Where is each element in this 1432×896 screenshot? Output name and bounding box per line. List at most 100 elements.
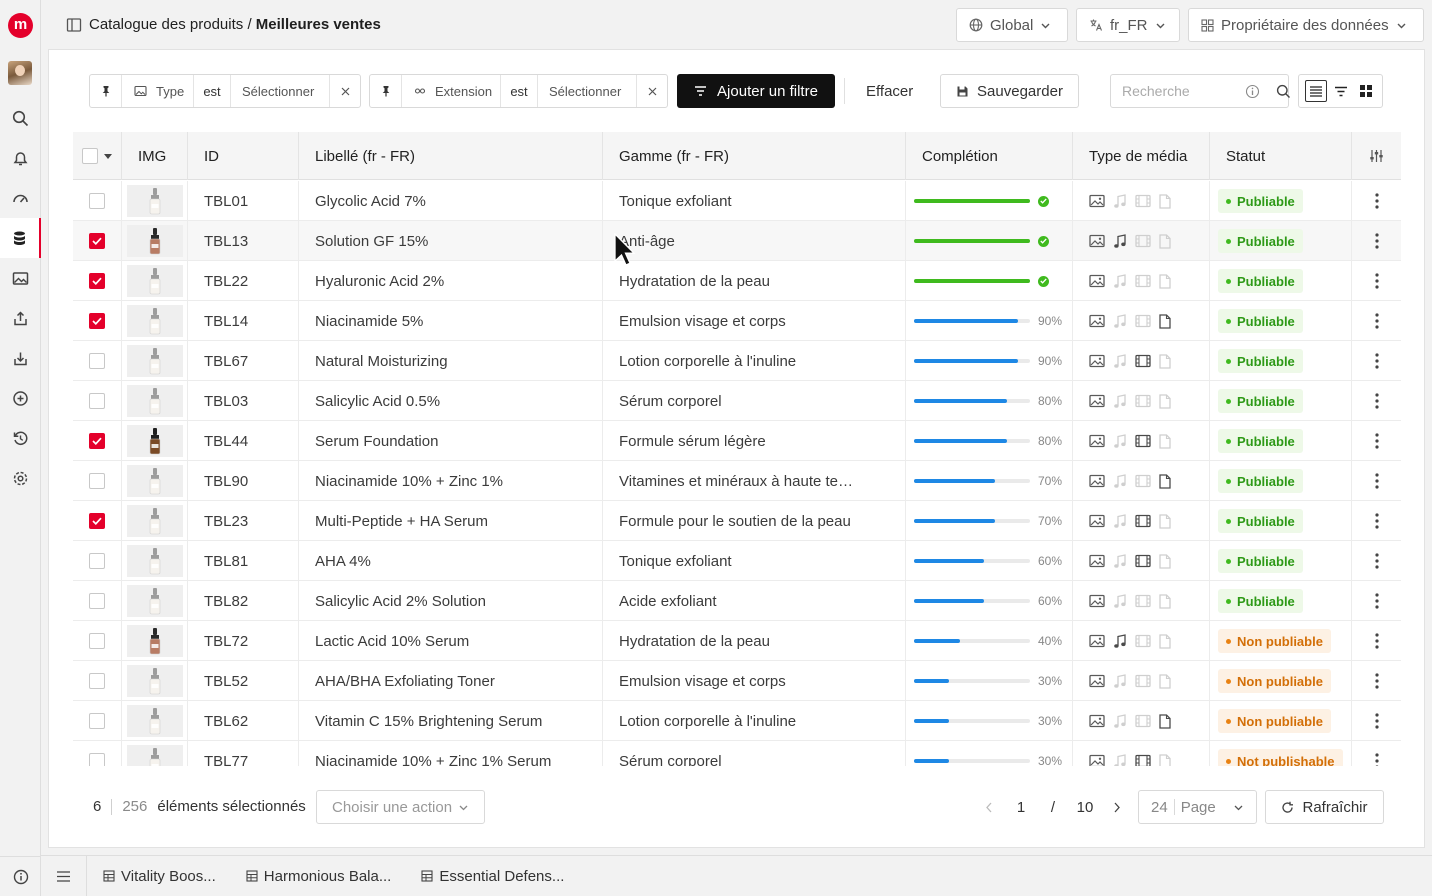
row-select[interactable] <box>73 661 122 701</box>
product-thumbnail[interactable] <box>122 501 188 541</box>
menu-icon[interactable] <box>41 855 87 896</box>
product-thumbnail[interactable] <box>122 261 188 301</box>
bottom-tab[interactable]: Harmonious Bala... <box>230 856 406 896</box>
select-all-checkbox[interactable] <box>82 148 98 164</box>
product-thumbnail[interactable] <box>122 381 188 421</box>
product-id[interactable]: TBL81 <box>188 541 299 581</box>
column-header-completion[interactable]: Complétion <box>906 132 1073 180</box>
settings-icon[interactable] <box>0 458 41 498</box>
product-thumbnail[interactable] <box>122 301 188 341</box>
table-row[interactable]: TBL52 AHA/BHA Exfoliating Toner Emulsion v… <box>73 661 1401 701</box>
save-button[interactable]: Sauvegarder <box>940 74 1079 108</box>
row-select[interactable] <box>73 221 122 261</box>
row-select[interactable] <box>73 621 122 661</box>
product-id[interactable]: TBL03 <box>188 381 299 421</box>
filter-type[interactable]: Type est Sélectionner <box>89 74 361 108</box>
row-menu-icon[interactable] <box>1352 341 1401 381</box>
table-row[interactable]: TBL72 Lactic Acid 10% Serum Hydratation de… <box>73 621 1401 661</box>
data-owner-select[interactable]: Propriétaire des données <box>1188 8 1424 42</box>
column-header-label[interactable]: Libellé (fr - FR) <box>299 132 603 180</box>
table-row[interactable]: TBL90 Niacinamide 10% + Zinc 1% Vitamines … <box>73 461 1401 501</box>
sidebar-toggle-icon[interactable] <box>66 17 82 33</box>
product-thumbnail[interactable] <box>122 181 188 221</box>
row-menu-icon[interactable] <box>1352 301 1401 341</box>
history-icon[interactable] <box>0 418 41 458</box>
row-checkbox[interactable] <box>89 713 105 729</box>
row-checkbox[interactable] <box>89 753 105 766</box>
table-row[interactable]: TBL03 Salicylic Acid 0.5% Sérum corporel 80… <box>73 381 1401 421</box>
dashboard-icon[interactable] <box>0 178 41 218</box>
database-icon[interactable] <box>0 218 41 258</box>
image-icon[interactable] <box>0 258 41 298</box>
product-range[interactable]: Tonique exfoliant <box>603 181 906 221</box>
breadcrumb-parent[interactable]: Catalogue des produits <box>89 16 243 33</box>
row-select[interactable] <box>73 381 122 421</box>
product-label[interactable]: Salicylic Acid 2% Solution <box>299 581 603 621</box>
filter-operator[interactable]: est <box>501 75 538 107</box>
row-menu-icon[interactable] <box>1352 381 1401 421</box>
row-select[interactable] <box>73 421 122 461</box>
column-header-id[interactable]: ID <box>188 132 299 180</box>
filter-value-select[interactable]: Sélectionner <box>538 75 637 107</box>
product-label[interactable]: AHA 4% <box>299 541 603 581</box>
column-header-media-type[interactable]: Type de média <box>1073 132 1210 180</box>
row-select[interactable] <box>73 581 122 621</box>
row-menu-icon[interactable] <box>1352 541 1401 581</box>
row-select[interactable] <box>73 501 122 541</box>
product-thumbnail[interactable] <box>122 621 188 661</box>
product-label[interactable]: Serum Foundation <box>299 421 603 461</box>
product-range[interactable]: Tonique exfoliant <box>603 541 906 581</box>
product-thumbnail[interactable] <box>122 661 188 701</box>
info-icon[interactable] <box>1245 84 1260 99</box>
product-label[interactable]: Salicylic Acid 0.5% <box>299 381 603 421</box>
product-id[interactable]: TBL90 <box>188 461 299 501</box>
product-id[interactable]: TBL14 <box>188 301 299 341</box>
product-label[interactable]: Solution GF 15% <box>299 221 603 261</box>
product-id[interactable]: TBL01 <box>188 181 299 221</box>
product-range[interactable]: Anti-âge <box>603 221 906 261</box>
product-id[interactable]: TBL44 <box>188 421 299 461</box>
table-row[interactable]: TBL81 AHA 4% Tonique exfoliant 60% Publiable <box>73 541 1401 581</box>
close-icon[interactable] <box>637 75 667 107</box>
avatar[interactable] <box>8 61 32 85</box>
search-icon[interactable] <box>1276 84 1291 99</box>
product-thumbnail[interactable] <box>122 461 188 501</box>
table-row[interactable]: TBL13 Solution GF 15% Anti-âge Publiable <box>73 221 1401 261</box>
row-checkbox[interactable] <box>89 673 105 689</box>
bottom-tab[interactable]: Vitality Boos... <box>87 856 230 896</box>
product-range[interactable]: Vitamines et minéraux à haute teneur <box>603 461 906 501</box>
product-range[interactable]: Sérum corporel <box>603 381 906 421</box>
product-id[interactable]: TBL62 <box>188 701 299 741</box>
row-menu-icon[interactable] <box>1352 221 1401 261</box>
row-select[interactable] <box>73 541 122 581</box>
row-checkbox[interactable] <box>89 633 105 649</box>
row-menu-icon[interactable] <box>1352 741 1401 766</box>
row-checkbox[interactable] <box>89 273 105 289</box>
product-range[interactable]: Hydratation de la peau <box>603 621 906 661</box>
row-checkbox[interactable] <box>89 353 105 369</box>
product-label[interactable]: Niacinamide 10% + Zinc 1% <box>299 461 603 501</box>
filter-operator[interactable]: est <box>194 75 231 107</box>
product-thumbnail[interactable] <box>122 421 188 461</box>
filter-field[interactable]: Type <box>122 75 194 107</box>
row-menu-icon[interactable] <box>1352 461 1401 501</box>
row-checkbox[interactable] <box>89 433 105 449</box>
product-thumbnail[interactable] <box>122 741 188 766</box>
table-row[interactable]: TBL82 Salicylic Acid 2% Solution Acide exf… <box>73 581 1401 621</box>
row-checkbox[interactable] <box>89 233 105 249</box>
product-label[interactable]: Niacinamide 5% <box>299 301 603 341</box>
pin-icon[interactable] <box>90 75 122 107</box>
product-label[interactable]: Natural Moisturizing <box>299 341 603 381</box>
table-row[interactable]: TBL14 Niacinamide 5% Emulsion visage et co… <box>73 301 1401 341</box>
product-range[interactable]: Sérum corporel <box>603 741 906 766</box>
product-range[interactable]: Formule pour le soutien de la peau <box>603 501 906 541</box>
select-all[interactable] <box>73 132 122 180</box>
product-range[interactable]: Acide exfoliant <box>603 581 906 621</box>
table-row[interactable]: TBL01 Glycolic Acid 7% Tonique exfoliant Pu… <box>73 181 1401 221</box>
filter-view-icon[interactable] <box>1330 80 1352 102</box>
row-menu-icon[interactable] <box>1352 661 1401 701</box>
row-checkbox[interactable] <box>89 393 105 409</box>
row-menu-icon[interactable] <box>1352 181 1401 221</box>
row-select[interactable] <box>73 341 122 381</box>
bottom-tab[interactable]: Essential Defens... <box>405 856 578 896</box>
